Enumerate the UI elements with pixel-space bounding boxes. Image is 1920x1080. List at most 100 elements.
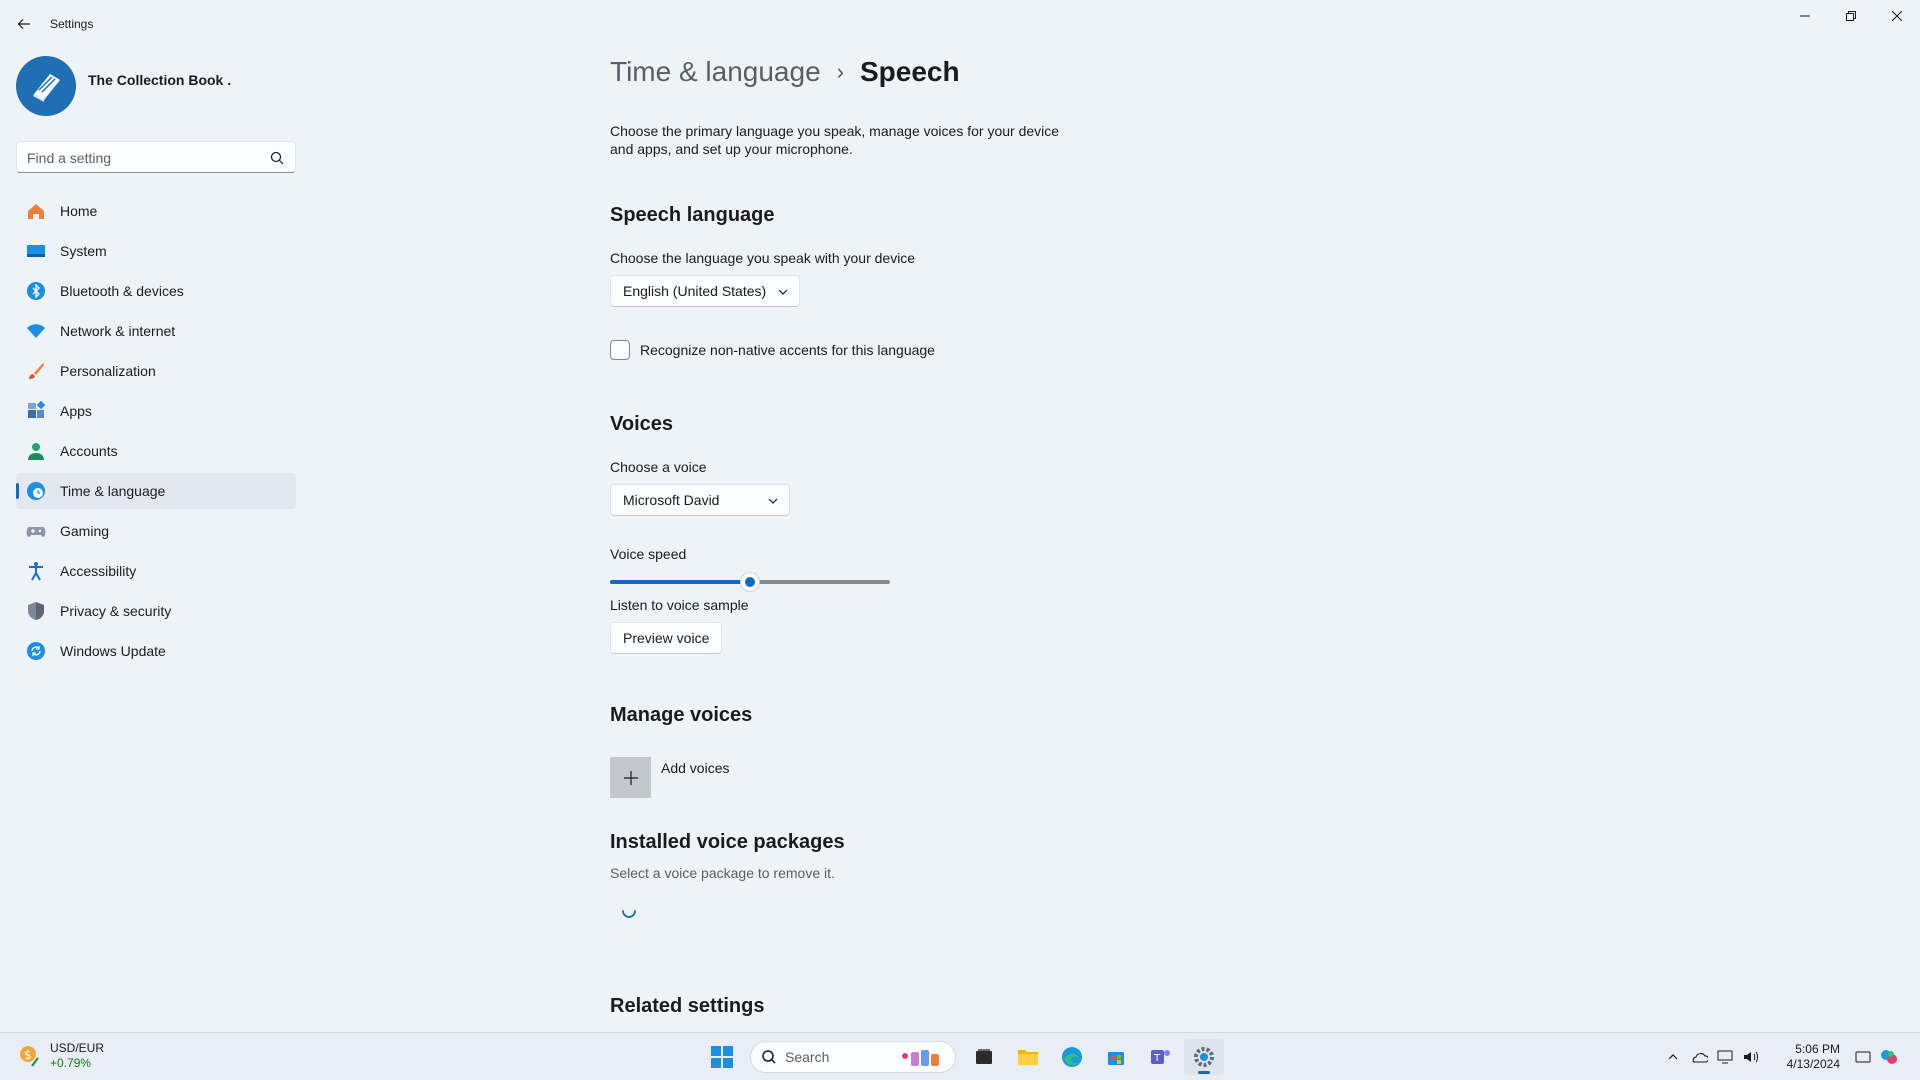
add-voices-label[interactable]: Add voices (661, 760, 729, 776)
speech-language-value: English (United States) (623, 283, 767, 299)
close-icon (1892, 11, 1902, 21)
search-highlight-icon (899, 1048, 945, 1068)
sidebar-item-bluetooth[interactable]: Bluetooth & devices (16, 273, 296, 309)
settings-taskbar-button[interactable] (1184, 1039, 1224, 1075)
voice-speed-label: Voice speed (610, 546, 687, 562)
sidebar-item-windows-update[interactable]: Windows Update (16, 633, 296, 669)
restore-button[interactable] (1828, 0, 1874, 32)
time-language-icon (26, 481, 46, 501)
system-tray (1660, 1041, 1764, 1073)
sidebar-item-label: System (60, 243, 107, 259)
teams-button[interactable]: T (1140, 1039, 1180, 1075)
choose-voice-label: Choose a voice (610, 459, 707, 475)
book-logo-icon (33, 74, 60, 102)
close-button[interactable] (1874, 0, 1920, 32)
manage-voices-heading: Manage voices (610, 704, 753, 726)
sidebar-item-time-language[interactable]: Time & language (16, 473, 296, 509)
sidebar-item-label: Personalization (60, 363, 156, 379)
home-icon (26, 201, 46, 221)
gear-icon (1194, 1047, 1214, 1067)
copilot-icon[interactable] (1878, 1046, 1900, 1068)
volume-icon[interactable] (1740, 1046, 1762, 1068)
app-title: Settings (50, 17, 94, 31)
accounts-icon (26, 441, 46, 461)
settings-search-box[interactable] (16, 141, 296, 173)
non-native-accents-checkbox[interactable] (610, 340, 630, 360)
clock-time: 5:06 PM (1795, 1042, 1840, 1056)
keyboard-icon[interactable] (1852, 1046, 1874, 1068)
taskbar-search[interactable]: Search (750, 1041, 956, 1073)
sidebar-item-personalization[interactable]: Personalization (16, 353, 296, 389)
svg-text:T: T (1153, 1053, 1161, 1064)
sidebar-item-label: Apps (60, 403, 92, 419)
folder-icon (1018, 1050, 1038, 1065)
svg-text:$: $ (24, 1048, 32, 1062)
currency-widget[interactable]: $ USD/EUR +0.79% (16, 1041, 104, 1071)
speech-language-label: Choose the language you speak with your … (610, 250, 916, 266)
sidebar-item-label: Accounts (60, 443, 118, 459)
edge-button[interactable] (1052, 1039, 1092, 1075)
apps-icon (26, 401, 46, 421)
settings-search-input[interactable] (27, 148, 257, 168)
back-arrow-icon (17, 19, 30, 29)
sidebar-item-label: Network & internet (60, 323, 176, 339)
sidebar-item-label: Gaming (60, 523, 110, 539)
loading-spinner-icon (622, 910, 636, 918)
sidebar-item-system[interactable]: System (16, 233, 296, 269)
chevron-down-icon (778, 289, 788, 295)
widget-title: USD/EUR (50, 1041, 105, 1055)
sidebar-item-apps[interactable]: Apps (16, 393, 296, 429)
network-icon[interactable] (1714, 1046, 1736, 1068)
chevron-up-icon[interactable] (1662, 1046, 1684, 1068)
voices-heading: Voices (610, 413, 673, 435)
breadcrumb-parent-link[interactable]: Time & language (610, 56, 821, 88)
search-icon (270, 151, 284, 165)
voice-sample-label: Listen to voice sample (610, 597, 749, 613)
back-button[interactable] (12, 12, 36, 36)
taskbar: $ USD/EUR +0.79% Search T 5:06 PM 4/13/2… (0, 1032, 1920, 1080)
brush-icon (26, 361, 46, 381)
minimize-icon (1800, 15, 1810, 17)
installed-voices-subtitle: Select a voice package to remove it. (610, 865, 835, 881)
accessibility-icon (26, 561, 46, 581)
system-icon (26, 241, 46, 261)
sidebar-item-label: Accessibility (60, 563, 137, 579)
sidebar-item-accessibility[interactable]: Accessibility (16, 553, 296, 589)
speech-language-dropdown[interactable]: English (United States) (610, 275, 800, 307)
task-view-icon (976, 1049, 992, 1064)
voice-speed-slider[interactable] (610, 572, 890, 592)
shield-icon (26, 601, 46, 621)
breadcrumb-separator: › (836, 59, 844, 84)
clock[interactable]: 5:06 PM 4/13/2024 (1770, 1042, 1840, 1072)
minimize-button[interactable] (1782, 0, 1828, 32)
start-button[interactable] (702, 1039, 742, 1075)
slider-fill (610, 580, 750, 584)
sidebar-nav: Home System Bluetooth & devices Network … (16, 193, 296, 673)
sidebar-item-network[interactable]: Network & internet (16, 313, 296, 349)
sidebar-item-home[interactable]: Home (16, 193, 296, 229)
update-icon (26, 641, 46, 661)
sidebar-item-privacy[interactable]: Privacy & security (16, 593, 296, 629)
task-view-button[interactable] (964, 1039, 1004, 1075)
non-native-accents-option[interactable]: Recognize non-native accents for this la… (610, 340, 935, 360)
add-voices-button[interactable] (610, 757, 651, 798)
onedrive-icon[interactable] (1688, 1046, 1710, 1068)
preview-voice-button[interactable]: Preview voice (610, 622, 723, 654)
currency-icon: $ (20, 1046, 39, 1067)
sidebar-item-label: Home (60, 203, 98, 219)
bluetooth-icon (26, 281, 46, 301)
sidebar-item-accounts[interactable]: Accounts (16, 433, 296, 469)
store-button[interactable] (1096, 1039, 1136, 1075)
wifi-icon (26, 321, 46, 341)
taskbar-search-label: Search (785, 1049, 830, 1065)
voice-dropdown[interactable]: Microsoft David (610, 484, 790, 516)
avatar[interactable] (16, 56, 76, 116)
file-explorer-button[interactable] (1008, 1039, 1048, 1075)
sidebar-item-gaming[interactable]: Gaming (16, 513, 296, 549)
clock-date: 4/13/2024 (1786, 1057, 1840, 1071)
chevron-down-icon (768, 498, 778, 504)
gamepad-icon (26, 521, 46, 541)
breadcrumb: Time & language › Speech (610, 56, 960, 88)
sidebar-item-label: Windows Update (60, 643, 166, 659)
slider-thumb[interactable] (740, 572, 760, 592)
